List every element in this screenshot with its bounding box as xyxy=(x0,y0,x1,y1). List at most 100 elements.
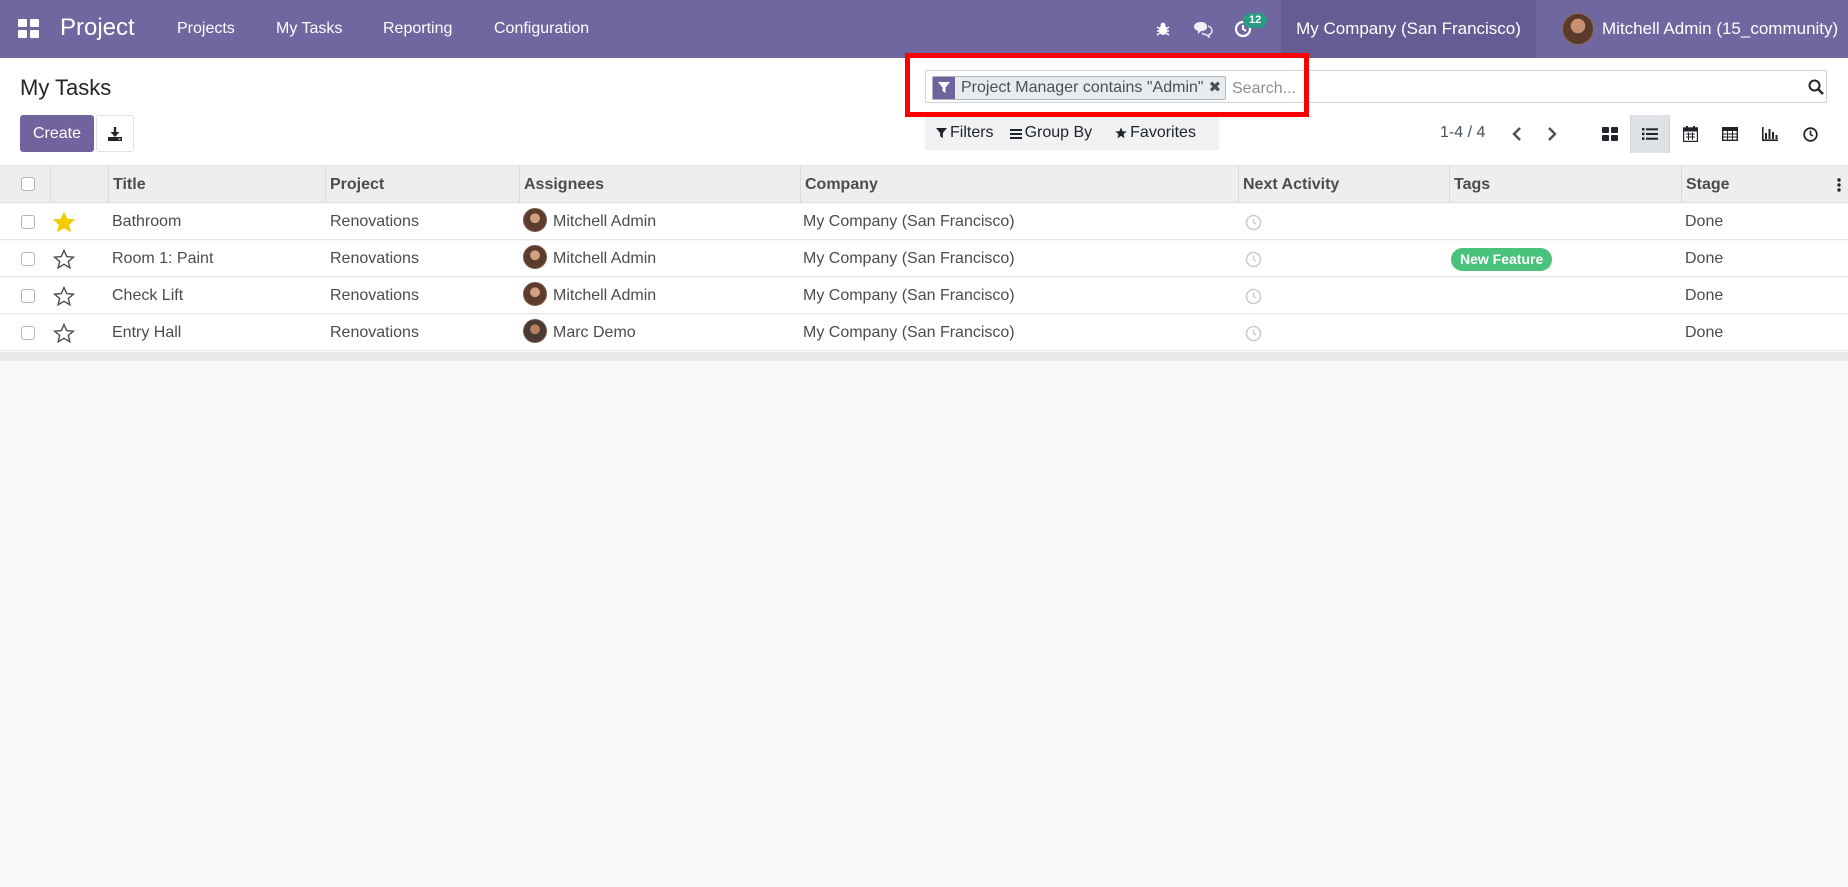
star-icon xyxy=(1115,127,1127,139)
assignee-avatar xyxy=(523,282,547,307)
company-switcher-label: My Company (San Francisco) xyxy=(1296,19,1521,38)
table-row[interactable]: Check Lift Renovations Mitchell Admin My… xyxy=(0,278,1848,314)
task-stage: Done xyxy=(1685,213,1724,230)
user-name: Mitchell Admin (15_community) xyxy=(1602,19,1839,38)
graph-view-icon[interactable] xyxy=(1750,115,1790,153)
list-view-icon[interactable] xyxy=(1630,115,1670,153)
task-company: My Company (San Francisco) xyxy=(803,324,1015,341)
table-header: Title Project Assignees Company Next Act… xyxy=(0,166,1848,203)
task-stage: Done xyxy=(1685,287,1724,304)
filter-icon xyxy=(936,127,947,138)
priority-star-filled-icon[interactable] xyxy=(53,212,75,232)
priority-star-empty-icon[interactable] xyxy=(53,323,75,343)
group-by-bars-icon xyxy=(1009,128,1022,139)
task-title: Entry Hall xyxy=(112,324,182,341)
assignee-avatar xyxy=(523,208,547,233)
task-stage: Done xyxy=(1685,250,1724,267)
row-checkbox[interactable] xyxy=(21,215,35,229)
next-activity-clock-icon[interactable] xyxy=(1245,288,1262,305)
calendar-view-icon[interactable] xyxy=(1670,115,1710,153)
task-assignee: Mitchell Admin xyxy=(523,278,656,314)
header-project[interactable]: Project xyxy=(325,166,519,203)
messages-icon[interactable] xyxy=(1192,18,1214,40)
next-activity-clock-icon[interactable] xyxy=(1245,214,1262,231)
assignee-name: Mitchell Admin xyxy=(553,250,657,267)
debug-bug-icon[interactable] xyxy=(1152,18,1174,40)
task-title: Bathroom xyxy=(112,213,182,230)
menu-projects[interactable]: Projects xyxy=(177,20,235,38)
task-project: Renovations xyxy=(330,287,419,304)
group-by-label: Group By xyxy=(1024,124,1093,141)
task-stage: Done xyxy=(1685,324,1724,341)
task-title: Check Lift xyxy=(112,287,184,304)
priority-star-empty-icon[interactable] xyxy=(53,286,75,306)
company-switcher[interactable]: My Company (San Francisco) xyxy=(1281,0,1536,58)
header-title[interactable]: Title xyxy=(108,166,325,203)
export-download-button[interactable] xyxy=(96,115,134,152)
table-row[interactable]: Bathroom Renovations Mitchell Admin My C… xyxy=(0,204,1848,240)
search-icon[interactable] xyxy=(1806,77,1826,97)
app-brand[interactable]: Project xyxy=(60,14,135,42)
task-company: My Company (San Francisco) xyxy=(803,213,1015,230)
header-stage[interactable]: Stage xyxy=(1681,166,1848,203)
task-assignee: Marc Demo xyxy=(523,315,636,351)
group-by-dropdown[interactable]: Group By xyxy=(1009,124,1093,142)
table-footer xyxy=(0,352,1848,361)
activity-view-icon[interactable] xyxy=(1790,115,1830,153)
row-checkbox[interactable] xyxy=(21,252,35,266)
apps-menu-icon[interactable] xyxy=(18,19,40,39)
header-company[interactable]: Company xyxy=(800,166,1238,203)
header-assignees[interactable]: Assignees xyxy=(519,166,800,203)
filter-funnel-icon xyxy=(933,77,955,99)
task-assignee: Mitchell Admin xyxy=(523,241,656,277)
facet-remove-icon[interactable]: ✖ xyxy=(1209,77,1226,99)
task-project: Renovations xyxy=(330,250,419,267)
search-options: Filters Group By Favorites xyxy=(925,116,1219,150)
task-project: Renovations xyxy=(330,324,419,341)
activity-count-badge: 12 xyxy=(1243,13,1268,28)
pager-value[interactable]: 1-4 / 4 xyxy=(1440,124,1485,142)
table-row[interactable]: Room 1: Paint Renovations Mitchell Admin… xyxy=(0,241,1848,277)
assignee-avatar xyxy=(523,245,547,270)
table-row[interactable]: Entry Hall Renovations Marc Demo My Comp… xyxy=(0,315,1848,351)
task-company: My Company (San Francisco) xyxy=(803,287,1015,304)
header-tags[interactable]: Tags xyxy=(1449,166,1681,203)
favorites-dropdown[interactable]: Favorites xyxy=(1115,124,1196,142)
control-panel: My Tasks Create Project Manager contains… xyxy=(0,58,1848,166)
search-bar[interactable]: Project Manager contains "Admin" ✖ xyxy=(925,70,1827,103)
menu-reporting[interactable]: Reporting xyxy=(383,20,452,38)
filters-dropdown[interactable]: Filters xyxy=(936,124,994,142)
next-activity-clock-icon[interactable] xyxy=(1245,251,1262,268)
assignee-name: Marc Demo xyxy=(553,324,636,341)
filters-label: Filters xyxy=(950,124,994,141)
row-checkbox[interactable] xyxy=(21,289,35,303)
tag-badge: New Feature xyxy=(1451,248,1553,271)
header-priority xyxy=(50,166,108,203)
assignee-name: Mitchell Admin xyxy=(553,287,657,304)
search-facet-value: Project Manager contains "Admin" xyxy=(961,79,1204,96)
task-company: My Company (San Francisco) xyxy=(803,250,1015,267)
search-input[interactable] xyxy=(1232,79,1782,99)
header-next-activity[interactable]: Next Activity xyxy=(1238,166,1449,203)
row-checkbox[interactable] xyxy=(21,326,35,340)
breadcrumb-title: My Tasks xyxy=(20,75,112,100)
pager-previous-icon[interactable] xyxy=(1509,125,1525,143)
assignee-avatar xyxy=(523,319,547,344)
menu-configuration[interactable]: Configuration xyxy=(494,20,589,38)
task-title: Room 1: Paint xyxy=(112,250,214,267)
priority-star-empty-icon[interactable] xyxy=(53,249,75,269)
pivot-view-icon[interactable] xyxy=(1710,115,1750,153)
optional-columns-toggle-icon[interactable] xyxy=(1837,177,1841,193)
top-navbar: Project Projects My Tasks Reporting Conf… xyxy=(0,0,1848,58)
next-activity-clock-icon[interactable] xyxy=(1245,325,1262,342)
user-menu[interactable]: Mitchell Admin (15_community) xyxy=(1562,13,1838,45)
favorites-label: Favorites xyxy=(1130,124,1196,141)
create-button[interactable]: Create xyxy=(20,115,94,152)
kanban-view-icon[interactable] xyxy=(1590,115,1630,153)
select-all-checkbox[interactable] xyxy=(21,177,35,191)
pager-next-icon[interactable] xyxy=(1544,125,1560,143)
view-switcher xyxy=(1590,115,1830,153)
search-facet: Project Manager contains "Admin" ✖ xyxy=(932,76,1227,100)
menu-my-tasks[interactable]: My Tasks xyxy=(276,20,342,38)
user-avatar xyxy=(1562,13,1594,45)
